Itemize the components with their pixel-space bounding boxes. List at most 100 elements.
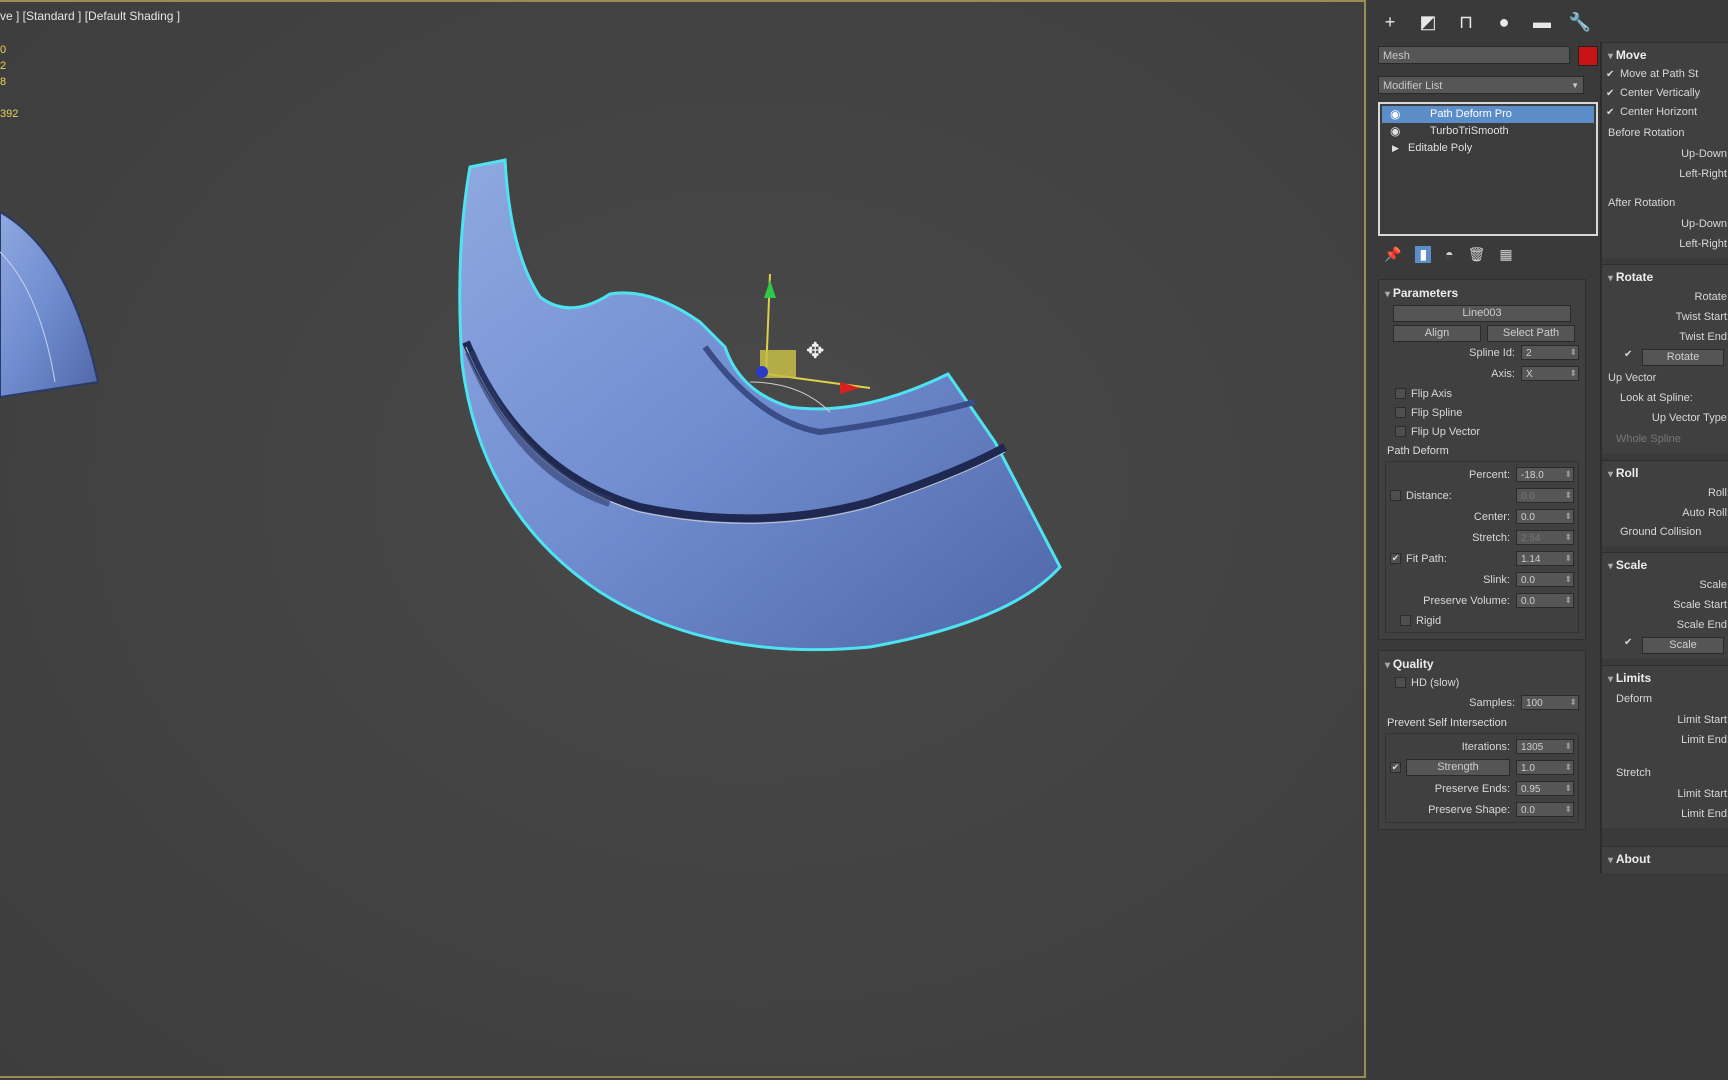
scale-label: Scale: — [1699, 579, 1728, 591]
look-at-spline-label: Look at Spline: — [1620, 392, 1693, 404]
twist-end-label: Twist End: — [1679, 331, 1728, 343]
up-vector-type-dropdown[interactable]: Whole Spline — [1602, 428, 1728, 450]
percent-label: Percent: — [1469, 468, 1510, 481]
strength-checkbox[interactable]: ✔ — [1390, 762, 1401, 773]
rotate-title[interactable]: Rotate — [1602, 267, 1728, 287]
quality-rollout: Quality HD (slow) Samples: 100 Prevent Se… — [1378, 650, 1586, 830]
iterations-spinner[interactable]: 1305 — [1516, 739, 1574, 754]
axis-label: Axis: — [1491, 367, 1515, 380]
limits-title[interactable]: Limits — [1602, 668, 1728, 688]
select-path-button[interactable]: Select Path — [1487, 325, 1575, 342]
ground-collision-checkbox[interactable]: Ground Collision — [1602, 523, 1728, 542]
flip-axis-checkbox[interactable]: Flip Axis — [1385, 384, 1579, 403]
axis-dropdown[interactable]: X — [1521, 366, 1579, 381]
stack-item-path-deform-pro[interactable]: ◉ Path Deform Pro — [1382, 106, 1594, 123]
scale-rollout: Scale Scale: Scale Start: Scale End: ✔ Sc… — [1602, 552, 1728, 659]
quality-title[interactable]: Quality — [1385, 655, 1579, 673]
align-button[interactable]: Align — [1393, 325, 1481, 342]
flip-up-vector-checkbox[interactable]: Flip Up Vector — [1385, 422, 1579, 441]
check-icon: ✔ — [1606, 88, 1615, 99]
center-vertically-checkbox[interactable]: ✔ Center Vertically — [1602, 84, 1728, 103]
chevron-down-icon: ▼ — [1571, 81, 1579, 90]
stack-item-editable-poly[interactable]: ▶ Editable Poly — [1382, 140, 1594, 157]
percent-spinner[interactable]: -18.0 — [1516, 467, 1574, 482]
samples-spinner[interactable]: 100 — [1521, 695, 1579, 710]
preserve-ends-spinner[interactable]: 0.95 — [1516, 781, 1574, 796]
check-icon: ✔ — [1624, 637, 1633, 648]
modify-tab-icon[interactable]: ◩ — [1414, 8, 1442, 36]
stack-item-turbotrismooth[interactable]: ◉ TurboTriSmooth — [1382, 123, 1594, 140]
center-horizontally-checkbox[interactable]: ✔ Center Horizont — [1602, 103, 1728, 122]
checkbox-box — [1395, 407, 1406, 418]
expand-arrow-icon[interactable]: ▶ — [1392, 140, 1399, 157]
selected-mesh[interactable] — [458, 158, 1062, 652]
modifier-list-dropdown[interactable]: Modifier List ▼ — [1378, 76, 1584, 94]
stack-item-label: Path Deform Pro — [1430, 108, 1512, 120]
move-rollout: Move ✔ Move at Path St ✔ Center Vertically… — [1602, 42, 1728, 258]
roll-title[interactable]: Roll — [1602, 463, 1728, 483]
up-down-label-2: Up-Down: — [1681, 218, 1728, 230]
distance-spinner[interactable]: 0.0 — [1516, 488, 1574, 503]
hd-label: HD (slow) — [1411, 676, 1460, 689]
command-tabs: + ◩ ⊓ ● ▬ 🔧 — [1376, 8, 1594, 40]
stack-item-label: TurboTriSmooth — [1430, 125, 1509, 137]
scene-render[interactable] — [0, 2, 1366, 1080]
hierarchy-tab-icon[interactable]: ⊓ — [1452, 8, 1480, 36]
preserve-volume-spinner[interactable]: 0.0 — [1516, 593, 1574, 608]
auto-roll-label: Auto Roll: — [1682, 507, 1728, 519]
partial-mesh[interactable] — [0, 210, 100, 399]
after-rotation-heading: After Rotation — [1608, 197, 1676, 209]
object-name-input[interactable]: Mesh — [1378, 46, 1570, 64]
preserve-shape-label: Preserve Shape: — [1428, 803, 1510, 816]
scale-title[interactable]: Scale — [1602, 555, 1728, 575]
strength-button[interactable]: Strength — [1406, 759, 1510, 776]
eye-icon[interactable]: ◉ — [1390, 106, 1400, 123]
about-title[interactable]: About — [1602, 849, 1728, 869]
show-end-result-icon[interactable]: ▮ — [1415, 246, 1432, 263]
psi-group: Iterations: 1305 ✔ Strength 1.0 Preserve En… — [1385, 733, 1579, 823]
pin-stack-icon[interactable]: 📌 — [1384, 246, 1401, 263]
rotate-button[interactable]: Rotate — [1642, 349, 1724, 366]
path-deform-group: Percent: -18.0 Distance: 0.0 Center: 0.0 St… — [1385, 461, 1579, 633]
move-title[interactable]: Move — [1602, 45, 1728, 65]
move-at-path-checkbox[interactable]: ✔ Move at Path St — [1602, 65, 1728, 84]
fit-path-checkbox[interactable]: ✔ — [1390, 553, 1401, 564]
scale-button[interactable]: Scale — [1642, 637, 1724, 654]
spline-id-spinner[interactable]: 2 — [1521, 345, 1579, 360]
slink-spinner[interactable]: 0.0 — [1516, 572, 1574, 587]
limits-rollout: Limits Deform Limit Start: Limit End: St… — [1602, 665, 1728, 828]
hd-checkbox[interactable]: HD (slow) — [1385, 673, 1579, 692]
left-right-label: Left-Right: — [1679, 168, 1728, 180]
make-unique-icon[interactable]: ◓ — [1445, 246, 1453, 263]
center-spinner[interactable]: 0.0 — [1516, 509, 1574, 524]
center-vertically-label: Center Vertically — [1620, 87, 1701, 99]
left-right-label-2: Left-Right: — [1679, 238, 1728, 250]
path-pick-button[interactable]: Line003 — [1393, 305, 1571, 322]
rigid-label: Rigid — [1416, 614, 1442, 627]
eye-icon[interactable]: ◉ — [1390, 123, 1400, 140]
parameters-title[interactable]: Parameters — [1385, 284, 1579, 302]
preserve-ends-label: Preserve Ends: — [1434, 782, 1510, 795]
motion-tab-icon[interactable]: ● — [1490, 8, 1518, 36]
distance-checkbox[interactable] — [1390, 490, 1401, 501]
display-tab-icon[interactable]: ▬ — [1528, 8, 1556, 36]
create-tab-icon[interactable]: + — [1376, 8, 1404, 36]
preserve-volume-label: Preserve Volume: — [1423, 594, 1510, 607]
preserve-shape-spinner[interactable]: 0.0 — [1516, 802, 1574, 817]
viewport[interactable]: ve ] [Standard ] [Default Shading ] 0 2 … — [0, 0, 1366, 1078]
stretch-spinner[interactable]: 2.54 — [1516, 530, 1574, 545]
check-icon: ✔ — [1624, 349, 1633, 360]
trash-icon[interactable]: 🗑 — [1468, 246, 1486, 263]
fit-path-spinner[interactable]: 1.14 — [1516, 551, 1574, 566]
deform-heading: Deform — [1616, 693, 1653, 705]
strength-spinner[interactable]: 1.0 — [1516, 760, 1574, 775]
object-color-swatch[interactable] — [1578, 46, 1598, 66]
flip-spline-checkbox[interactable]: Flip Spline — [1385, 403, 1579, 422]
look-at-spline-checkbox[interactable]: Look at Spline: — [1602, 389, 1728, 408]
rigid-checkbox[interactable]: Rigid — [1390, 611, 1574, 630]
move-at-path-label: Move at Path St — [1620, 68, 1699, 80]
utilities-tab-icon[interactable]: 🔧 — [1566, 8, 1594, 36]
stack-item-label: Editable Poly — [1408, 142, 1473, 154]
configure-sets-icon[interactable]: ▦ — [1499, 246, 1512, 263]
samples-label: Samples: — [1469, 696, 1515, 709]
